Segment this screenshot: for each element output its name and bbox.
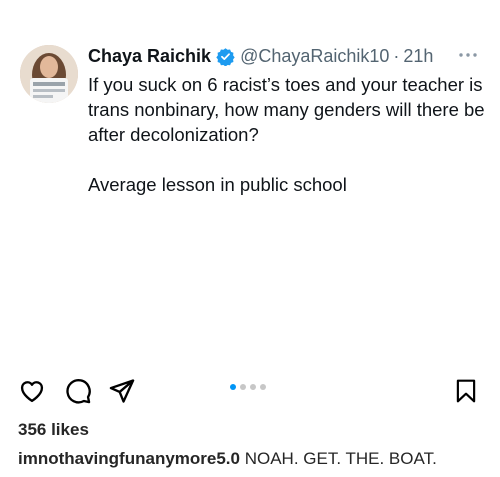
caption-username[interactable]: imnothavingfunanymore5.0 [18, 449, 240, 468]
avatar[interactable] [20, 45, 78, 103]
comment-icon[interactable] [64, 377, 92, 405]
share-icon[interactable] [108, 377, 136, 405]
carousel-indicator [230, 384, 266, 392]
tweet-screenshot: Chaya Raichik @ChayaRaichik10 · 21h If y… [0, 0, 500, 360]
carousel-dot [250, 384, 256, 390]
author-handle[interactable]: @ChayaRaichik10 [240, 46, 389, 67]
timestamp[interactable]: 21h [403, 46, 433, 67]
verified-badge-icon [216, 47, 235, 67]
separator-dot: · [393, 45, 400, 66]
carousel-dot-active [230, 384, 236, 390]
author-name[interactable]: Chaya Raichik [88, 46, 211, 67]
caption: imnothavingfunanymore5.0 NOAH. GET. THE.… [18, 449, 488, 469]
more-horizontal-icon[interactable] [456, 48, 480, 60]
likes-count[interactable]: 356 likes [18, 420, 89, 440]
caption-text: NOAH. GET. THE. BOAT. [244, 449, 437, 468]
tweet-text: If you suck on 6 racist’s toes and your … [88, 74, 485, 195]
carousel-dot [240, 384, 246, 390]
tweet-header: Chaya Raichik @ChayaRaichik10 · 21h [88, 44, 488, 68]
bookmark-icon[interactable] [453, 377, 479, 405]
heart-icon[interactable] [18, 377, 46, 405]
carousel-dot [260, 384, 266, 390]
